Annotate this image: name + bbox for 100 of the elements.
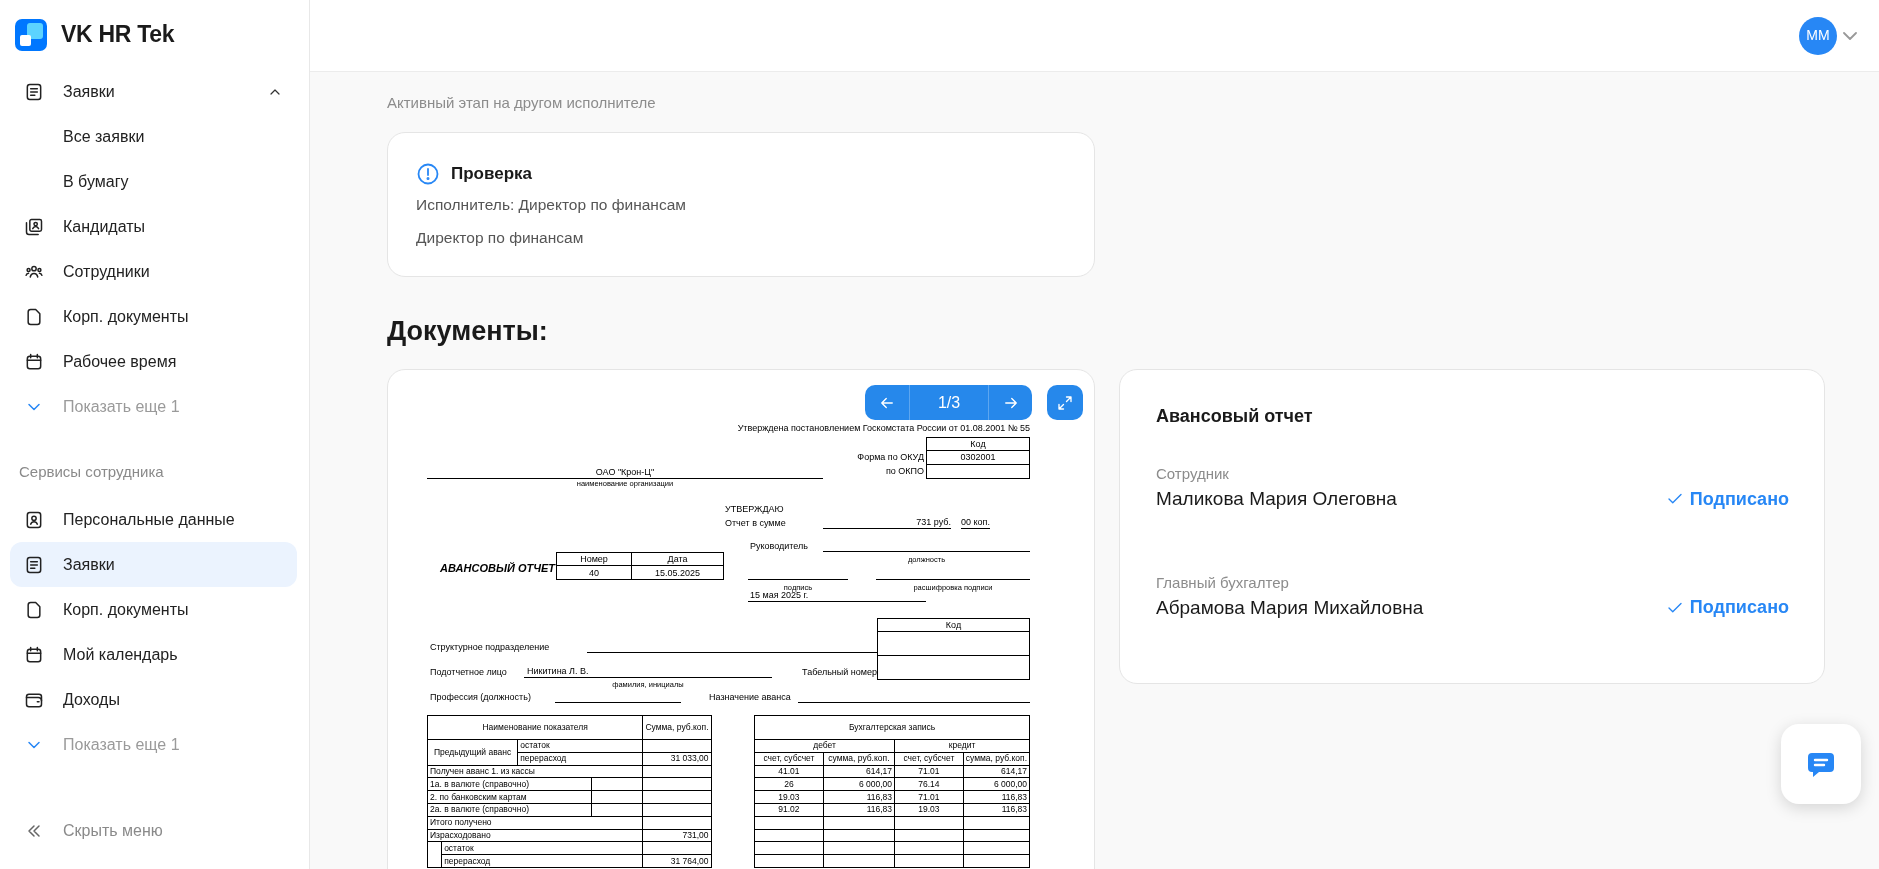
table-cell: 2. по банковским картам xyxy=(427,790,592,804)
sidebar-subitem[interactable]: Все заявки xyxy=(10,114,297,159)
table-cell: 19.03 xyxy=(754,790,824,804)
sidebar-item[interactable]: Сотрудники xyxy=(10,249,297,294)
signer-name: Маликова Мария Олеговна xyxy=(1156,487,1397,511)
table-cell: остаток xyxy=(441,841,643,855)
field-label: Отчет в сумме xyxy=(725,517,787,529)
table-cell: 731,00 xyxy=(642,829,712,842)
calendar-icon xyxy=(24,644,44,665)
file-icon xyxy=(24,599,44,620)
field-label: по ОКПО xyxy=(885,464,924,477)
table-cell: перерасход xyxy=(517,752,643,766)
sidebar-subitem[interactable]: В бумагу xyxy=(10,159,297,204)
list-icon xyxy=(24,81,44,102)
section-title: Сервисы сотрудника xyxy=(18,462,165,481)
table-cell: перерасход xyxy=(441,854,643,868)
signer-role: Сотрудник xyxy=(1156,464,1230,483)
sidebar-item[interactable]: Доходы xyxy=(10,677,297,722)
person-field: Никитина Л. В. xyxy=(524,665,772,678)
table-cell: Итого получено xyxy=(427,816,643,830)
table-cell: дебет xyxy=(754,739,895,753)
table-cell: 0302001 xyxy=(960,451,996,464)
table-cell: Дата xyxy=(631,552,724,566)
table-cell: счет, субсчет xyxy=(894,752,964,766)
chat-button[interactable] xyxy=(1781,724,1861,804)
table-cell: сумма, руб.коп. xyxy=(823,752,895,766)
field-label: Профессия (должность) xyxy=(429,691,532,703)
signer-role: Главный бухгалтер xyxy=(1156,572,1290,592)
field-label: Назначение аванса xyxy=(709,691,792,703)
table-cell: 1а. в валюте (справочно) xyxy=(427,777,592,791)
table-cell: Наименование показателя xyxy=(427,715,643,740)
table-cell: Номер xyxy=(556,552,632,566)
organization-name: ОАО "Крон-Ц" xyxy=(427,466,823,479)
table-cell: 116,83 xyxy=(823,790,895,804)
expand-icon xyxy=(1056,393,1074,412)
amount-field: 00 коп. xyxy=(961,516,990,529)
table-cell: Бухгалтерская запись xyxy=(754,715,1030,740)
field-label: Руководитель xyxy=(749,540,809,552)
amount-field: 731 руб. xyxy=(823,516,951,529)
logo-icon xyxy=(15,18,47,51)
calendar-icon xyxy=(24,351,44,372)
stage-title: Проверка xyxy=(451,163,532,185)
table-cell: 26 xyxy=(754,777,824,791)
table-cell: 71.01 xyxy=(894,790,964,804)
table-cell: 71.01 xyxy=(894,765,964,778)
table-cell: 76.14 xyxy=(894,777,964,791)
card-title: Авансовый отчет xyxy=(1156,405,1314,427)
file-icon xyxy=(24,306,44,327)
document-title: АВАНСОВЫЙ ОТЧЕТ xyxy=(440,562,555,574)
table-cell: 31 033,00 xyxy=(642,752,712,766)
table-cell: Код xyxy=(970,438,986,450)
collapse-menu-button[interactable]: Скрыть меню xyxy=(10,811,297,851)
table-cell: 41.01 xyxy=(754,765,824,778)
approval-title: УТВЕРЖДАЮ xyxy=(725,503,785,516)
table-cell: 31 764,00 xyxy=(642,854,712,868)
table-cell: Получен аванс 1. из кассы xyxy=(427,765,643,778)
table-cell: 6 000,00 xyxy=(963,777,1030,791)
signature-status: Подписано xyxy=(1689,596,1789,620)
table-cell: остаток xyxy=(517,739,643,753)
field-label: Подотчетное лицо xyxy=(429,666,508,678)
page-indicator: 1/3 xyxy=(909,385,989,420)
next-page-button[interactable] xyxy=(989,385,1032,420)
sidebar-item[interactable]: Корп. документы xyxy=(10,587,297,632)
contact-card-icon xyxy=(24,216,44,237)
table-cell: 6 000,00 xyxy=(823,777,895,791)
table-cell: кредит xyxy=(894,739,1030,753)
table-cell: Код xyxy=(945,619,962,631)
chevron-down-icon xyxy=(1843,31,1857,40)
previous-page-button[interactable] xyxy=(865,385,909,420)
sidebar-item[interactable]: Персональные данные xyxy=(10,497,297,542)
field-label: Структурное подразделение xyxy=(429,641,551,653)
table-cell: 19.03 xyxy=(894,803,964,817)
sidebar-item[interactable]: Кандидаты xyxy=(10,204,297,249)
list-icon xyxy=(24,554,44,575)
field-label: Форма по ОКУД xyxy=(857,451,924,464)
table-cell: 91.02 xyxy=(754,803,824,817)
table-cell: 2а. в валюте (справочно) xyxy=(427,803,592,817)
table-cell: сумма, руб.коп. xyxy=(963,752,1030,766)
table-cell: Сумма, руб.коп. xyxy=(642,715,712,740)
person-card-icon xyxy=(24,509,44,530)
table-cell: 116,83 xyxy=(963,790,1030,804)
form-approval-text: Утверждена постановлением Госкомстата России от 01.08.2001 № 55 xyxy=(736,422,1030,434)
table-cell: 40 xyxy=(556,565,632,580)
table-cell: 614,17 xyxy=(963,765,1030,778)
sidebar-item[interactable]: Рабочее время xyxy=(10,339,297,384)
table-cell: 116,83 xyxy=(823,803,895,817)
sidebar-item[interactable]: Заявки xyxy=(10,69,297,114)
table-cell: 15.05.2025 xyxy=(631,565,724,580)
avatar[interactable]: ММ xyxy=(1799,16,1837,55)
sidebar-item[interactable]: Заявки xyxy=(10,542,297,587)
fullscreen-button[interactable] xyxy=(1047,385,1083,420)
warning-circle-icon xyxy=(416,161,440,186)
logo-text: VK HR Tek xyxy=(61,20,175,50)
sidebar-item[interactable]: Мой календарь xyxy=(10,632,297,677)
table-cell: 614,17 xyxy=(823,765,895,778)
signer-name: Абрамова Мария Михайловна xyxy=(1156,595,1424,620)
table-cell: 116,83 xyxy=(963,803,1030,817)
documents-title: Документы: xyxy=(387,315,549,347)
sidebar-item[interactable]: Корп. документы xyxy=(10,294,297,339)
stage-line: Исполнитель: Директор по финансам xyxy=(415,194,687,215)
